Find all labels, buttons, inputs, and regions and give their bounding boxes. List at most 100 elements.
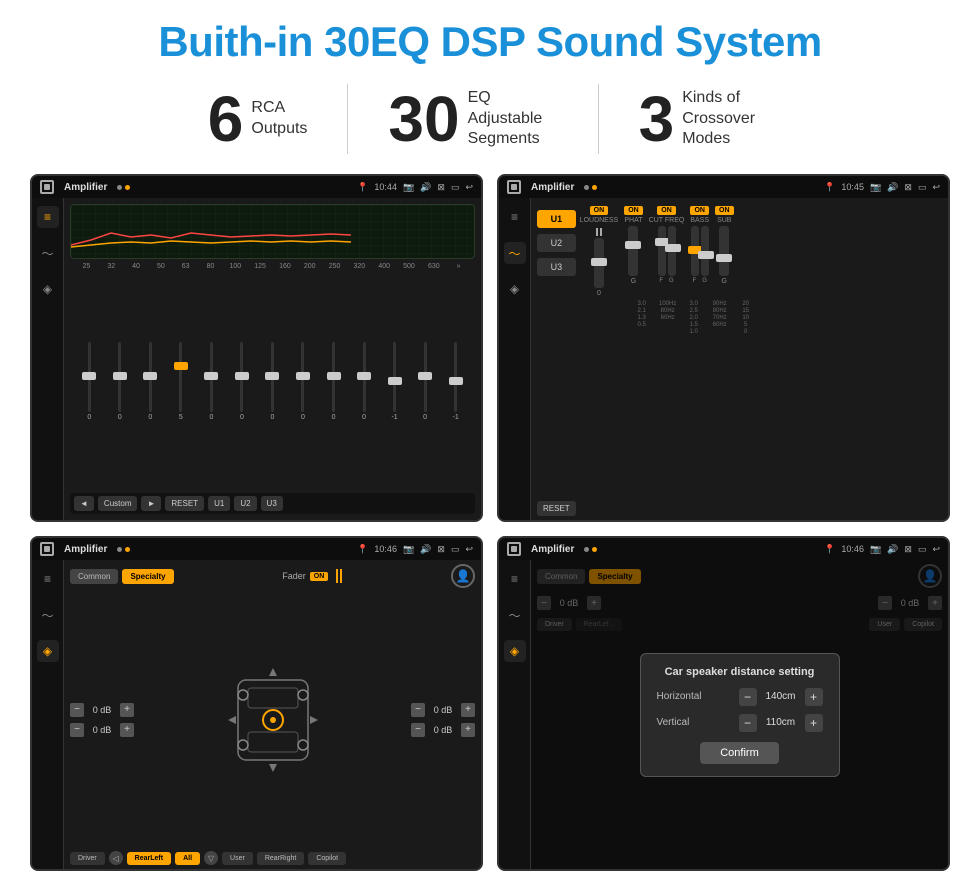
screen4-content: ≡ 〜 ◈ Common Specialty 👤 − 0 dB — [499, 560, 948, 869]
preset-u2[interactable]: U2 — [537, 234, 576, 252]
home-icon-1[interactable] — [40, 180, 54, 194]
btn-copilot[interactable]: Copilot — [308, 852, 346, 865]
confirm-button[interactable]: Confirm — [700, 742, 779, 764]
back-icon-1[interactable]: ↩ — [465, 182, 473, 193]
eq-slider-8[interactable]: 0 — [325, 342, 343, 422]
home-icon-4[interactable] — [507, 542, 521, 556]
sv-8: 0 — [332, 414, 336, 421]
db-minus-bl[interactable]: − — [70, 723, 84, 737]
eq-slider-7[interactable]: 0 — [294, 342, 312, 422]
screenshots-grid: Amplifier 📍 10:44 📷 🔊 ⊠ ▭ ↩ ≡ — [30, 174, 950, 871]
eq-icon-4[interactable]: ≡ — [504, 568, 526, 590]
phat-on[interactable]: ON — [624, 206, 643, 215]
stats-row: 6 RCAOutputs 30 EQ AdjustableSegments 3 … — [30, 84, 950, 154]
page-wrapper: Buith-in 30EQ DSP Sound System 6 RCAOutp… — [0, 0, 980, 881]
vertical-plus-btn[interactable]: + — [805, 714, 823, 732]
sub-label: SUB — [717, 217, 731, 224]
eq-slider-5[interactable]: 0 — [233, 342, 251, 422]
eq-icon[interactable]: ≡ — [37, 206, 59, 228]
phat-slider[interactable] — [628, 226, 638, 276]
btn-rearleft[interactable]: RearLeft — [127, 852, 171, 865]
preset-u1[interactable]: U1 — [537, 210, 576, 228]
battery-icon-4: ▭ — [918, 544, 927, 555]
tab-specialty[interactable]: Specialty — [122, 569, 173, 584]
speaker-icon[interactable]: ◈ — [37, 278, 59, 300]
eq-slider-9[interactable]: 0 — [355, 342, 373, 422]
sub-slider[interactable] — [719, 226, 729, 276]
dot-3 — [584, 185, 589, 190]
back-icon-2[interactable]: ↩ — [932, 182, 940, 193]
down-arrow[interactable]: ▽ — [204, 851, 218, 865]
eq-slider-2[interactable]: 0 — [141, 342, 159, 422]
eq-custom-btn[interactable]: Custom — [98, 496, 138, 511]
db-plus-br[interactable]: + — [461, 723, 475, 737]
eq-slider-12[interactable]: -1 — [447, 342, 465, 422]
loudness-slider[interactable] — [594, 238, 604, 288]
speaker-icon-2[interactable]: ◈ — [504, 278, 526, 300]
db-minus-br[interactable]: − — [411, 723, 425, 737]
side-icons-2: ≡ 〜 ◈ — [499, 198, 531, 520]
sv-0: 0 — [87, 414, 91, 421]
eq-slider-6[interactable]: 0 — [263, 342, 281, 422]
btn-driver[interactable]: Driver — [70, 852, 105, 865]
btn-rearright[interactable]: RearRight — [257, 852, 305, 865]
horizontal-plus-btn[interactable]: + — [805, 688, 823, 706]
db-plus-bl[interactable]: + — [120, 723, 134, 737]
db-minus-tl[interactable]: − — [70, 703, 84, 717]
back-icon-3[interactable]: ↩ — [465, 544, 473, 555]
sv-9: 0 — [362, 414, 366, 421]
wave-icon-3[interactable]: 〜 — [37, 604, 59, 626]
eq-u1-btn[interactable]: U1 — [208, 496, 230, 511]
home-icon-3[interactable] — [40, 542, 54, 556]
wave-icon-2[interactable]: 〜 — [504, 242, 526, 264]
eq-slider-1[interactable]: 0 — [111, 342, 129, 422]
vertical-minus-btn[interactable]: − — [739, 714, 757, 732]
dialog-overlay: Car speaker distance setting Horizontal … — [531, 560, 948, 869]
horizontal-minus-btn[interactable]: − — [739, 688, 757, 706]
ctrl-cutfreq: ON CUT FREQ — [649, 206, 685, 297]
bass-slider-g[interactable] — [701, 226, 709, 276]
eq-icon-2[interactable]: ≡ — [504, 206, 526, 228]
speaker-icon-4[interactable]: ◈ — [504, 640, 526, 662]
eq-next-btn[interactable]: ► — [141, 496, 161, 511]
crossover-reset-btn[interactable]: RESET — [537, 501, 576, 516]
loudness-on[interactable]: ON — [590, 206, 609, 215]
btn-all[interactable]: All — [175, 852, 200, 865]
status-right-4: 📍 10:46 📷 🔊 ⊠ ▭ ↩ — [824, 544, 940, 555]
eq-slider-0[interactable]: 0 — [80, 342, 98, 422]
home-icon-2[interactable] — [507, 180, 521, 194]
wave-icon-4[interactable]: 〜 — [504, 604, 526, 626]
eq-slider-11[interactable]: 0 — [416, 342, 434, 422]
back-icon-4[interactable]: ↩ — [932, 544, 940, 555]
eq-slider-3[interactable]: 5 — [172, 342, 190, 422]
freq-50: 50 — [152, 263, 170, 270]
eq-prev-btn[interactable]: ◄ — [74, 496, 94, 511]
bass-on[interactable]: ON — [690, 206, 709, 215]
eq-icon-3[interactable]: ≡ — [37, 568, 59, 590]
cutfreq-slider-g[interactable] — [668, 226, 676, 276]
sub-on[interactable]: ON — [715, 206, 734, 215]
bass-label: BASS — [690, 217, 709, 224]
fader-on-badge[interactable]: ON — [310, 572, 329, 581]
db-plus-tl[interactable]: + — [120, 703, 134, 717]
tab-common[interactable]: Common — [70, 569, 118, 584]
crossover-main: U1 U2 U3 RESET ON LOUDNESS — [531, 198, 948, 520]
stat-rca-number: 6 — [208, 87, 244, 151]
wave-icon[interactable]: 〜 — [37, 242, 59, 264]
btn-user[interactable]: User — [222, 852, 253, 865]
preset-u3[interactable]: U3 — [537, 258, 576, 276]
vertical-stepper: − 110cm + — [739, 714, 823, 732]
eq-slider-4[interactable]: 0 — [202, 342, 220, 422]
eq-u3-btn[interactable]: U3 — [261, 496, 283, 511]
freq-more: » — [450, 263, 468, 270]
db-plus-tr[interactable]: + — [461, 703, 475, 717]
eq-u2-btn[interactable]: U2 — [234, 496, 256, 511]
eq-slider-10[interactable]: -1 — [386, 342, 404, 422]
screen1-title: Amplifier — [64, 182, 107, 193]
left-arrow[interactable]: ◁ — [109, 851, 123, 865]
eq-reset-btn[interactable]: RESET — [165, 496, 204, 511]
cutfreq-on[interactable]: ON — [657, 206, 676, 215]
person-icon[interactable]: 👤 — [451, 564, 475, 588]
db-minus-tr[interactable]: − — [411, 703, 425, 717]
speaker-icon-3[interactable]: ◈ — [37, 640, 59, 662]
